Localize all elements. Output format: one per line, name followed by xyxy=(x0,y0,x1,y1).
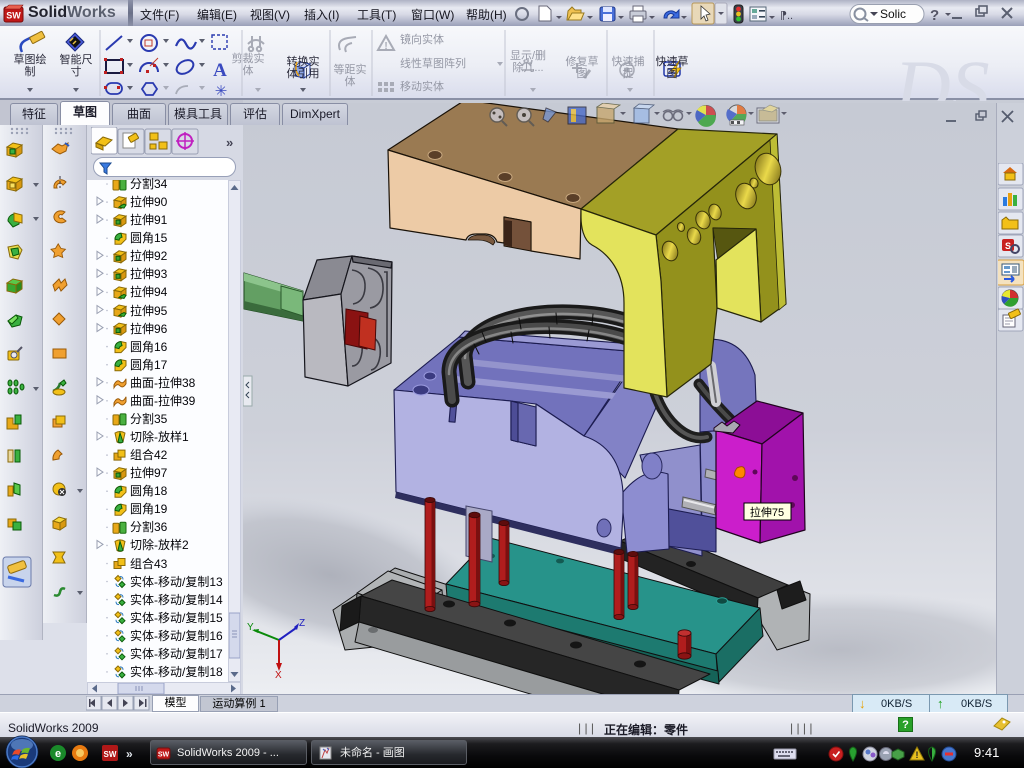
svg-text:⁋..: ⁋.. xyxy=(780,10,793,22)
svg-text:Y: Y xyxy=(247,622,254,633)
svg-text:X: X xyxy=(275,670,282,681)
svg-text:SW: SW xyxy=(104,750,117,759)
svg-text:?: ? xyxy=(930,7,939,24)
svg-text:»: » xyxy=(126,747,133,761)
svg-text:✳: ✳ xyxy=(215,83,228,100)
svg-text:Solic: Solic xyxy=(880,7,906,21)
svg-text:Z: Z xyxy=(299,618,305,629)
svg-text:SW: SW xyxy=(158,752,170,759)
svg-text:DS: DS xyxy=(893,44,989,101)
svg-text:拉伸75: 拉伸75 xyxy=(750,505,784,519)
svg-text:!: ! xyxy=(384,41,387,52)
svg-text:SW: SW xyxy=(6,11,21,21)
svg-text:»: » xyxy=(226,135,233,150)
svg-text:!: ! xyxy=(916,750,919,760)
svg-text:e: e xyxy=(55,748,61,760)
